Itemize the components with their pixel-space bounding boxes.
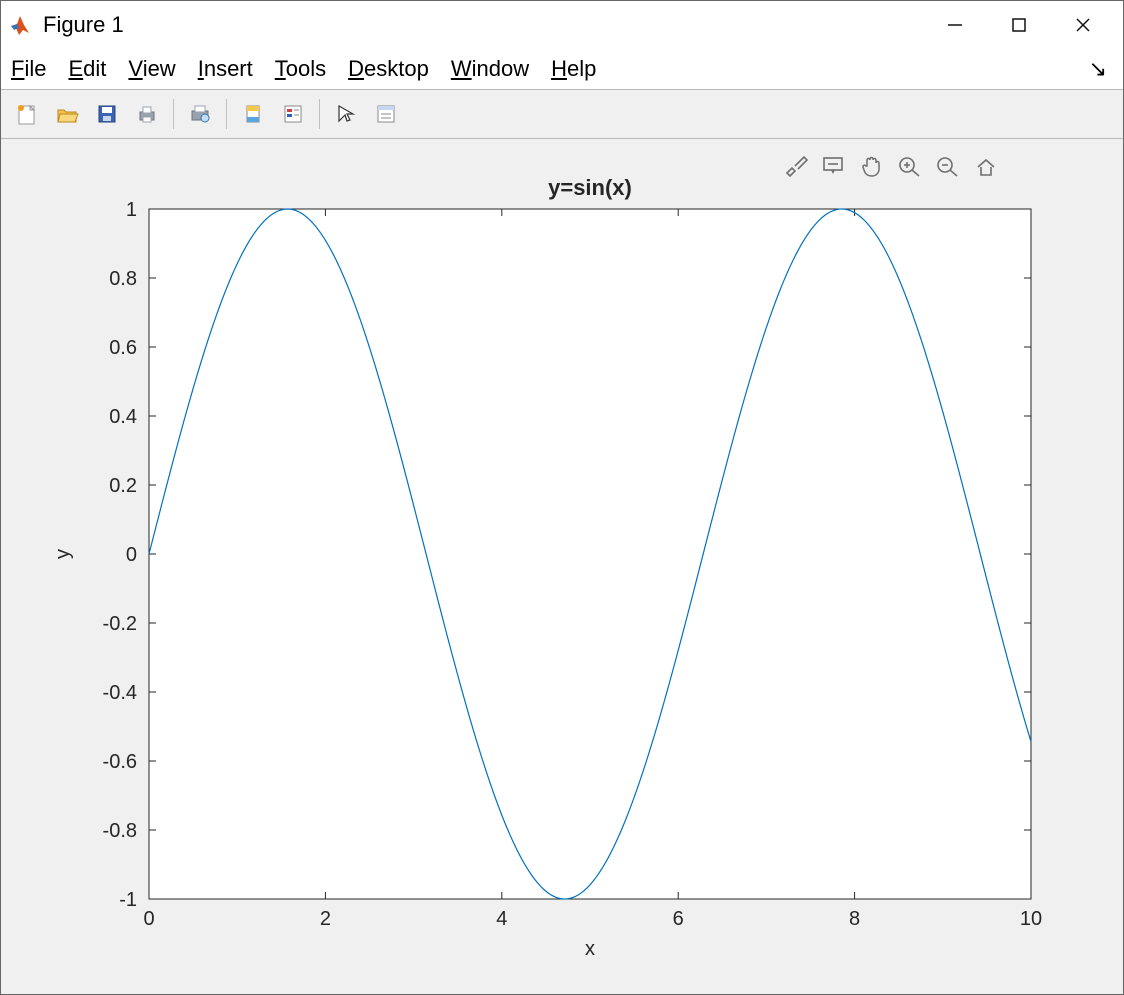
- minimize-button[interactable]: [923, 1, 987, 49]
- svg-text:6: 6: [673, 908, 684, 930]
- matlab-icon: [9, 13, 33, 37]
- svg-text:0.8: 0.8: [109, 268, 137, 290]
- svg-text:x: x: [585, 938, 595, 960]
- maximize-button[interactable]: [987, 1, 1051, 49]
- title-bar: Figure 1: [1, 1, 1123, 49]
- toolbar: [1, 90, 1123, 139]
- save-button[interactable]: [89, 96, 125, 132]
- data-tips-icon[interactable]: [819, 153, 849, 179]
- menu-window[interactable]: Window: [451, 56, 529, 82]
- svg-text:0.6: 0.6: [109, 337, 137, 359]
- svg-text:2: 2: [320, 908, 331, 930]
- property-inspector-button[interactable]: [368, 96, 404, 132]
- svg-text:y=sin(x): y=sin(x): [548, 175, 632, 200]
- svg-text:0: 0: [126, 544, 137, 566]
- link-plot-button[interactable]: [235, 96, 271, 132]
- open-button[interactable]: [49, 96, 85, 132]
- edit-plot-button[interactable]: [328, 96, 364, 132]
- svg-text:-0.6: -0.6: [103, 751, 137, 773]
- menu-help[interactable]: Help: [551, 56, 596, 82]
- window-title: Figure 1: [43, 12, 124, 38]
- zoom-out-icon[interactable]: [933, 153, 963, 179]
- restore-view-icon[interactable]: [971, 153, 1001, 179]
- toolbar-separator: [319, 99, 320, 129]
- svg-text:0.4: 0.4: [109, 406, 137, 428]
- figure-window: Figure 1 File Edit View Insert Tools Des…: [0, 0, 1124, 995]
- menu-insert[interactable]: Insert: [198, 56, 253, 82]
- svg-text:-0.8: -0.8: [103, 820, 137, 842]
- menu-desktop[interactable]: Desktop: [348, 56, 429, 82]
- toolbar-separator: [173, 99, 174, 129]
- insert-colorbar-button[interactable]: [275, 96, 311, 132]
- dock-icon[interactable]: ↘: [1089, 56, 1107, 82]
- menu-edit[interactable]: Edit: [68, 56, 106, 82]
- svg-text:10: 10: [1020, 908, 1042, 930]
- svg-text:1: 1: [126, 199, 137, 221]
- svg-text:y: y: [52, 549, 74, 559]
- new-figure-button[interactable]: [9, 96, 45, 132]
- print-preview-button[interactable]: [182, 96, 218, 132]
- close-button[interactable]: [1051, 1, 1115, 49]
- svg-text:-0.2: -0.2: [103, 613, 137, 635]
- menu-file[interactable]: File: [11, 56, 46, 82]
- svg-text:4: 4: [496, 908, 507, 930]
- svg-text:0.2: 0.2: [109, 475, 137, 497]
- svg-text:-1: -1: [119, 889, 137, 911]
- svg-text:-0.4: -0.4: [103, 682, 137, 704]
- menu-bar: File Edit View Insert Tools Desktop Wind…: [1, 49, 1123, 90]
- figure-area: 0 2 4 6 8 10 -1 -0.8 -0.6 -0.4 -0.2 0 0.2 0.4 0.6 0.8 1 y…: [1, 139, 1123, 994]
- brush-icon[interactable]: [781, 153, 811, 179]
- menu-tools[interactable]: Tools: [275, 56, 326, 82]
- print-button[interactable]: [129, 96, 165, 132]
- svg-text:0: 0: [143, 908, 154, 930]
- pan-icon[interactable]: [857, 153, 887, 179]
- toolbar-separator: [226, 99, 227, 129]
- axes[interactable]: 0 2 4 6 8 10 -1 -0.8 -0.6 -0.4 -0.2 0 0.2 0.4 0.6 0.8 1 y…: [1, 139, 1123, 995]
- axes-toolbar: [781, 153, 1001, 179]
- svg-text:8: 8: [849, 908, 860, 930]
- zoom-in-icon[interactable]: [895, 153, 925, 179]
- menu-view[interactable]: View: [128, 56, 175, 82]
